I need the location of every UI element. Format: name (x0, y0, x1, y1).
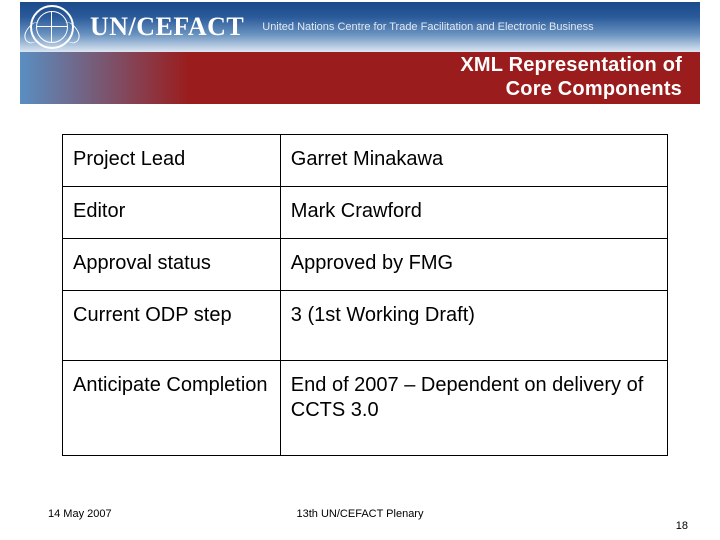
table-row: Approval status Approved by FMG (63, 239, 668, 291)
row-value: 3 (1st Working Draft) (280, 291, 667, 361)
slide-header: UN/CEFACT United Nations Centre for Trad… (0, 0, 720, 104)
slide-footer: 14 May 2007 13th UN/CEFACT Plenary 18 (0, 508, 720, 520)
slide-title-line2: Core Components (506, 78, 682, 100)
slide-content: Project Lead Garret Minakawa Editor Mark… (0, 104, 720, 456)
row-value: End of 2007 – Dependent on delivery of C… (280, 361, 667, 456)
row-label: Anticipate Completion (63, 361, 281, 456)
info-table: Project Lead Garret Minakawa Editor Mark… (62, 134, 668, 456)
row-label: Editor (63, 187, 281, 239)
table-row: Project Lead Garret Minakawa (63, 135, 668, 187)
row-label: Current ODP step (63, 291, 281, 361)
row-value: Garret Minakawa (280, 135, 667, 187)
table-row: Anticipate Completion End of 2007 – Depe… (63, 361, 668, 456)
header-top-band: UN/CEFACT United Nations Centre for Trad… (20, 2, 700, 52)
un-logo-icon (30, 5, 74, 49)
footer-page-number: 18 (676, 520, 688, 532)
row-label: Approval status (63, 239, 281, 291)
brand-text: UN/CEFACT (90, 12, 244, 42)
footer-date: 14 May 2007 (48, 508, 112, 520)
title-band: XML Representation of Core Components (20, 52, 700, 104)
row-value: Mark Crawford (280, 187, 667, 239)
table-row: Editor Mark Crawford (63, 187, 668, 239)
slide-title-line1: XML Representation of (460, 54, 682, 76)
row-label: Project Lead (63, 135, 281, 187)
brand-subtitle: United Nations Centre for Trade Facilita… (262, 21, 593, 33)
table-row: Current ODP step 3 (1st Working Draft) (63, 291, 668, 361)
row-value: Approved by FMG (280, 239, 667, 291)
slide-title: XML Representation of Core Components (460, 54, 682, 101)
